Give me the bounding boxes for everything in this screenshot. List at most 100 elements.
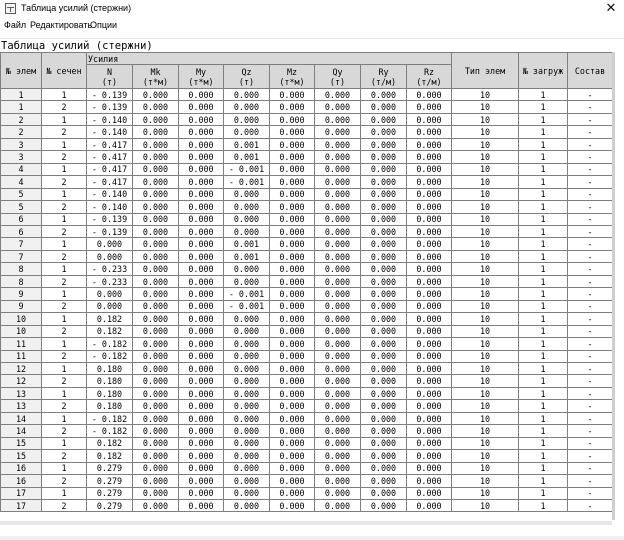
table-cell[interactable]: 10 [451, 411, 520, 426]
table-cell[interactable]: 1 [518, 137, 569, 152]
table-cell[interactable]: 0.000 [360, 249, 407, 264]
table-cell[interactable]: 1 [41, 87, 87, 102]
table-cell[interactable]: 1 [41, 337, 87, 351]
table-row[interactable]: 11- 0.139 0.000 0.000 0.000 0.000 0.000 0.000 0… [0, 87, 614, 102]
table-row[interactable]: 12- 0.139 0.000 0.000 0.000 0.000 0.000 0.000 0… [0, 100, 614, 114]
table-cell[interactable]: 0.000 [132, 449, 179, 463]
table-cell[interactable]: 0.000 [269, 87, 315, 102]
table-cell[interactable]: 11 [0, 349, 42, 363]
table-cell[interactable]: 0.000 [132, 262, 179, 276]
table-cell[interactable]: 0.000 [132, 337, 179, 351]
table-cell[interactable]: 0.000 [405, 137, 453, 152]
table-cell[interactable]: 0.000 [132, 125, 179, 139]
table-cell[interactable]: 0.000 [360, 200, 407, 214]
table-cell[interactable]: 0.000 [405, 175, 453, 189]
table-cell[interactable]: 0.000 [132, 399, 179, 413]
table-cell[interactable]: 2 [41, 175, 87, 189]
table-cell[interactable]: 0.000 [405, 461, 453, 476]
table-cell[interactable]: 10 [451, 486, 520, 500]
table-cell[interactable]: 0.000 [269, 299, 315, 314]
table-cell[interactable]: 1 [518, 125, 569, 139]
table-cell[interactable]: 0.000 [360, 374, 407, 388]
table-cell[interactable]: 0.000 [360, 474, 407, 488]
table-cell[interactable]: 0.000 [223, 399, 270, 413]
table-cell[interactable]: 7 [0, 237, 42, 251]
table-cell[interactable]: 0.000 [269, 162, 315, 177]
table-cell[interactable]: 0.000 [178, 498, 224, 513]
table-cell[interactable]: 0.000 [132, 324, 179, 339]
table-cell[interactable]: 0.000 [178, 399, 224, 413]
table-cell[interactable]: 0.000 [269, 474, 315, 488]
table-cell[interactable]: 0.000 [314, 361, 361, 376]
table-cell[interactable]: 0.000 [360, 299, 407, 314]
table-cell[interactable]: 2 [0, 112, 42, 127]
table-cell[interactable]: 0.000 [405, 312, 453, 326]
table-cell[interactable]: 2 [41, 349, 87, 363]
table-cell[interactable]: 0.000 [132, 486, 179, 500]
table-cell[interactable]: 0.000 [132, 274, 179, 289]
table-row[interactable]: 42- 0.417 0.000 0.000- 0.001 0.000 0.000 0.00… [0, 175, 614, 189]
table-cell[interactable]: 0.000 [314, 461, 361, 476]
table-cell[interactable]: - 0.233 [86, 262, 133, 276]
table-cell[interactable]: 1 [518, 374, 569, 388]
table-row[interactable]: 11 2- 0.182 0.000 0.000 0.000 0.000 0.000 0.000… [0, 349, 614, 363]
table-cell[interactable]: - [567, 337, 614, 351]
table-cell[interactable]: 10 [451, 399, 520, 413]
table-cell[interactable]: - 0.001 [223, 299, 270, 314]
table-cell[interactable]: - 0.001 [223, 287, 270, 301]
table-cell[interactable]: 0.000 [314, 150, 361, 164]
table-cell[interactable]: 0.000 [360, 386, 407, 401]
table-cell[interactable]: 1 [518, 337, 569, 351]
table-cell[interactable]: 0.000 [132, 461, 179, 476]
table-cell[interactable]: - [567, 249, 614, 264]
table-cell[interactable]: 4 [0, 175, 42, 189]
table-cell[interactable]: 0.000 [269, 262, 315, 276]
table-cell[interactable]: 0.000 [405, 424, 453, 438]
table-cell[interactable]: 0.000 [360, 224, 407, 239]
table-cell[interactable]: - [567, 162, 614, 177]
table-cell[interactable]: 10 [451, 274, 520, 289]
table-cell[interactable]: 0.000 [405, 262, 453, 276]
table-cell[interactable]: 3 [0, 150, 42, 164]
table-cell[interactable]: - [567, 200, 614, 214]
table-cell[interactable]: 0.000 [314, 498, 361, 513]
table-cell[interactable]: - [567, 399, 614, 413]
table-cell[interactable]: 0.000 [132, 249, 179, 264]
table-cell[interactable]: 1 [41, 312, 87, 326]
table-cell[interactable]: 1 [518, 162, 569, 177]
table-cell[interactable]: 0.000 [405, 486, 453, 500]
table-cell[interactable]: 0.000 [360, 237, 407, 251]
table-cell[interactable]: - [567, 312, 614, 326]
table-cell[interactable]: 0.000 [178, 137, 224, 152]
table-cell[interactable]: 1 [518, 100, 569, 114]
table-cell[interactable]: 0.000 [223, 337, 270, 351]
table-cell[interactable]: 0.000 [269, 274, 315, 289]
table-cell[interactable]: 0.000 [223, 449, 270, 463]
table-cell[interactable]: 0.000 [314, 449, 361, 463]
table-cell[interactable]: 0.000 [223, 461, 270, 476]
table-cell[interactable]: - [567, 324, 614, 339]
table-cell[interactable]: 2 [41, 474, 87, 488]
col-qy-header[interactable]: Qy (т) [314, 64, 361, 89]
table-cell[interactable]: 1 [518, 287, 569, 301]
table-cell[interactable]: 1 [518, 411, 569, 426]
table-cell[interactable]: 0.000 [269, 399, 315, 413]
table-cell[interactable]: 1 [518, 349, 569, 363]
table-cell[interactable]: 10 [451, 386, 520, 401]
table-cell[interactable]: 0.000 [178, 449, 224, 463]
table-cell[interactable]: 2 [41, 399, 87, 413]
table-cell[interactable]: 0.001 [223, 137, 270, 152]
table-cell[interactable]: 1 [518, 486, 569, 500]
table-cell[interactable]: 0.000 [314, 287, 361, 301]
table-cell[interactable]: 0.000 [132, 374, 179, 388]
table-cell[interactable]: 0.000 [223, 436, 270, 451]
table-row[interactable]: 82- 0.233 0.000 0.000 0.000 0.000 0.000 0.000 0… [0, 274, 614, 289]
table-row[interactable]: 12 1 0.180 0.000 0.000 0.000 0.000 0.000 0.000 0.… [0, 361, 614, 376]
table-cell[interactable]: 0.000 [405, 87, 453, 102]
table-cell[interactable]: 1 [518, 224, 569, 239]
table-cell[interactable]: 0.000 [360, 399, 407, 413]
table-cell[interactable]: 0.000 [314, 486, 361, 500]
table-cell[interactable]: 0.000 [223, 125, 270, 139]
table-cell[interactable]: 0.000 [178, 324, 224, 339]
table-cell[interactable]: 10 [451, 187, 520, 202]
